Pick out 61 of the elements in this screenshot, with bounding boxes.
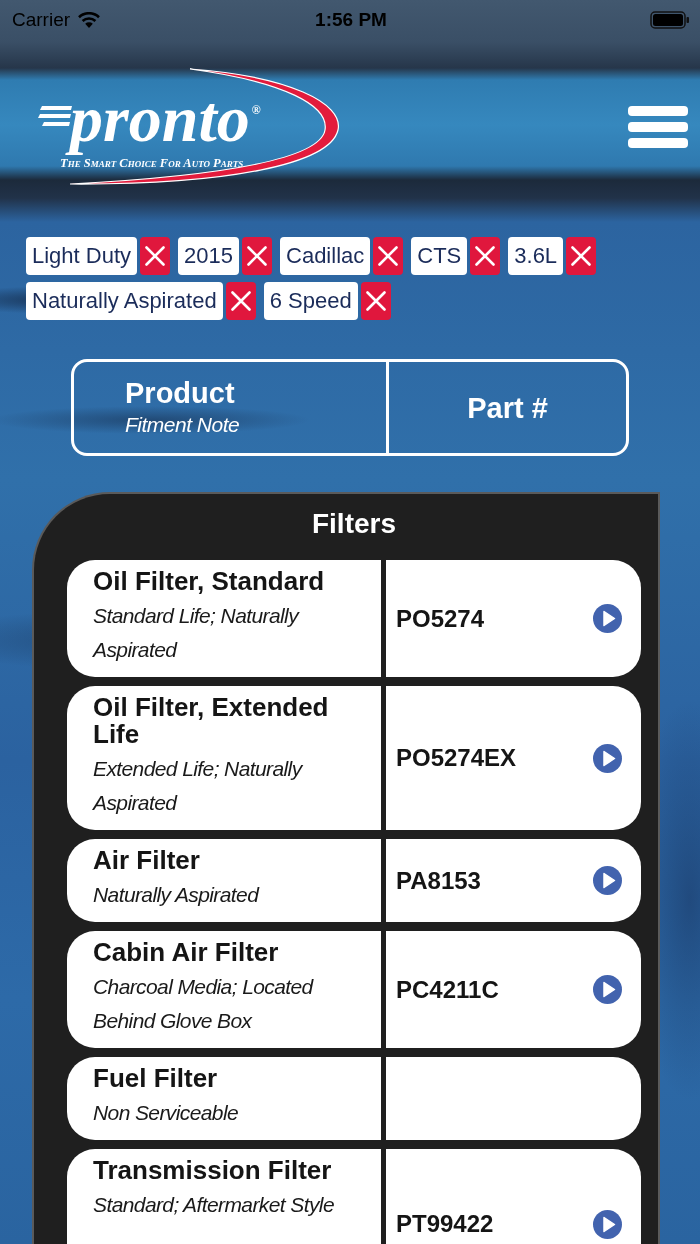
status-time: 1:56 PM — [315, 9, 387, 31]
remove-button[interactable] — [242, 237, 272, 275]
close-icon — [247, 246, 267, 266]
product-name: Oil Filter, Standard — [93, 568, 325, 595]
wifi-icon — [78, 12, 101, 28]
result-row[interactable]: Air Filter Naturally Aspirated PA8153 — [67, 839, 641, 922]
remove-button[interactable] — [566, 237, 597, 275]
remove-button[interactable] — [140, 237, 171, 275]
part-number: PO5274EX — [396, 744, 517, 772]
result-row[interactable]: Transmission Filter Standard; Aftermarket Style PT99422 — [67, 1149, 641, 1244]
arrow-circle-icon[interactable] — [593, 1209, 622, 1239]
column-subheading: Fitment Note — [125, 411, 240, 438]
menu-button[interactable] — [628, 106, 688, 148]
fitment-note: Extended Life; Naturally Aspirated — [93, 756, 304, 816]
logo-tagline: The Smart Choice For Auto Parts — [60, 156, 245, 170]
menu-icon — [628, 106, 688, 148]
arrow-circle-icon[interactable] — [593, 604, 622, 633]
fitment-note: Charcoal Media; Located Behind Glove Box — [93, 974, 315, 1034]
remove-button[interactable] — [360, 282, 391, 320]
product-name: Fuel Filter — [93, 1065, 218, 1092]
filter-label: CTS — [411, 237, 468, 275]
close-icon — [230, 291, 251, 311]
arrow-circle-icon[interactable] — [593, 743, 622, 773]
result-row[interactable]: Oil Filter, Standard Standard Life; Naturally Aspirated PO5274 — [67, 560, 641, 677]
close-icon — [378, 246, 399, 266]
carrier-label: Carrier — [12, 9, 71, 31]
filter-label: 3.6L — [508, 237, 564, 275]
result-row[interactable]: Fuel Filter Non Serviceable — [67, 1057, 641, 1140]
filter-label: Cadillac — [280, 237, 371, 275]
remove-button[interactable] — [470, 237, 501, 275]
result-row[interactable]: Oil Filter, Extended Life Extended Life; Naturally Aspirated PO5274EX — [67, 686, 641, 830]
logo-wordmark: pronto$^{®}$ — [60, 90, 265, 156]
arrow-circle-icon[interactable] — [593, 975, 622, 1004]
part-number: PO5274 — [396, 604, 485, 633]
fitment-note: Non Serviceable — [93, 1100, 239, 1126]
close-icon — [365, 291, 386, 311]
product-name: Air Filter — [93, 847, 200, 874]
battery-icon — [650, 11, 690, 29]
product-name: Transmission Filter — [93, 1157, 332, 1184]
close-icon — [145, 246, 166, 266]
section-title: Filters — [311, 507, 397, 541]
remove-button[interactable] — [225, 282, 256, 320]
remove-button[interactable] — [373, 237, 404, 275]
arrow-circle-icon[interactable] — [593, 866, 622, 895]
fitment-note: Naturally Aspirated — [93, 882, 259, 908]
product-name: Oil Filter, Extended Life — [93, 694, 330, 748]
filter-label: 6 Speed — [263, 282, 358, 320]
column-heading: Part # — [467, 390, 548, 425]
part-number: PC4211C — [396, 975, 499, 1004]
filter-label: Light Duty — [26, 237, 138, 275]
column-heading: Product — [125, 375, 235, 410]
close-icon — [571, 246, 592, 266]
fitment-note: Standard Life; Naturally Aspirated — [93, 603, 301, 663]
filter-label: 2015 — [178, 237, 239, 275]
filter-label: Naturally Aspirated — [26, 282, 223, 320]
close-icon — [475, 246, 496, 266]
product-name: Cabin Air Filter — [93, 939, 279, 966]
part-number: PT99422 — [396, 1210, 494, 1238]
result-row[interactable]: Cabin Air Filter Charcoal Media; Located Behind Glove Box PC4211C — [67, 931, 641, 1048]
fitment-note: Standard; Aftermarket Style — [93, 1192, 334, 1218]
part-number: PA8153 — [396, 866, 481, 895]
